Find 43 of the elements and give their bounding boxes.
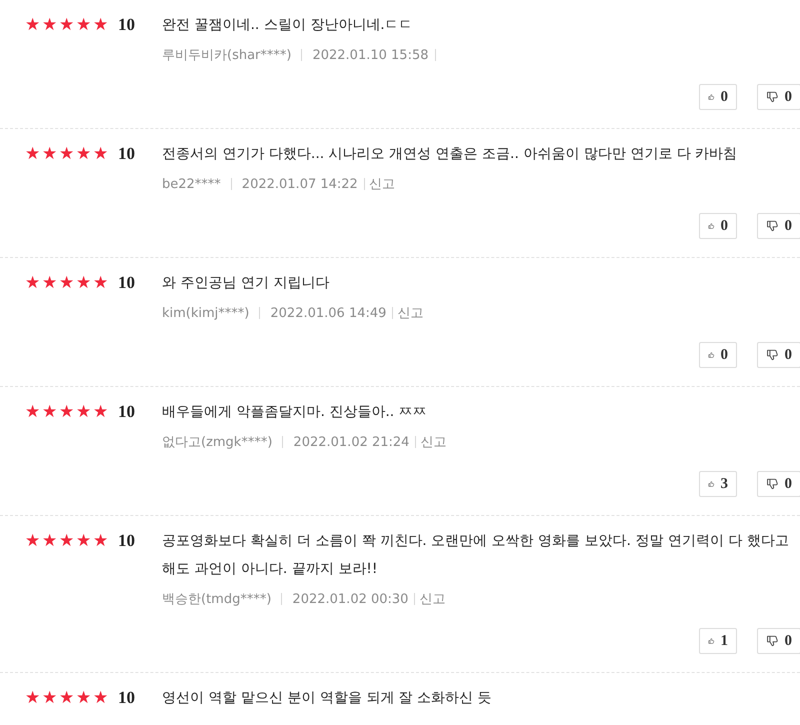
dislike-button[interactable]: 0 <box>757 84 800 110</box>
star-rating: ★★★★★ <box>25 688 110 708</box>
star-rating: ★★★★★ <box>25 402 110 422</box>
thumbs-down-icon <box>766 633 778 649</box>
thumbs-down-icon <box>766 476 778 492</box>
like-button[interactable]: 0 <box>699 84 737 110</box>
star-rating: ★★★★★ <box>25 273 110 293</box>
like-button[interactable]: 3 <box>699 471 737 497</box>
review-text: 배우들에게 악플좀달지마. 진상들아.. ㅉㅉ <box>162 403 428 422</box>
score: 10 <box>117 273 136 293</box>
like-button[interactable]: 0 <box>699 213 737 239</box>
dislike-button[interactable]: 0 <box>757 628 800 654</box>
review-text: 전종서의 연기가 다했다... 시나리오 개연성 연출은 조금.. 아쉬움이 많다만 연기로 다 카바침 <box>162 145 738 164</box>
like-button[interactable]: 0 <box>699 342 737 368</box>
review-text: 완전 꿀잼이네.. 스릴이 장난아니네.ㄷㄷ <box>162 16 414 35</box>
score: 10 <box>117 531 136 551</box>
review-text: 공포영화보다 확실히 더 소름이 쫙 끼친다. 오랜만에 오싹한 영화를 보았다. 정말 연기력이 다 했다고 해도 과언이 아니다. 끝까지 보라!! <box>162 532 790 579</box>
thumbs-down-icon <box>766 218 778 234</box>
review-date: 2022.01.07 14:22 <box>242 176 358 192</box>
author-name: 없다고(zmgk****) <box>162 434 272 451</box>
like-button[interactable]: 1 <box>699 628 737 654</box>
author-name: kim(kimj****) <box>162 306 250 320</box>
review-date: 2022.01.02 21:24 <box>293 434 410 450</box>
review-date: 2022.01.02 00:30 <box>292 592 408 606</box>
score: 10 <box>117 15 136 35</box>
review-text: 와 주인공님 연기 지립니다 <box>162 274 330 293</box>
thumbs-down-icon <box>766 347 778 363</box>
review-date: 2022.01.06 14:49 <box>270 306 386 320</box>
author-name: 백승한(tmdg****) <box>162 591 272 608</box>
score: 10 <box>117 402 136 422</box>
star-rating: ★★★★★ <box>25 531 110 551</box>
star-rating: ★★★★★ <box>25 144 110 164</box>
dislike-button[interactable]: 0 <box>757 342 800 368</box>
star-rating: ★★★★★ <box>25 15 110 35</box>
score: 10 <box>117 688 136 708</box>
thumbs-down-icon <box>766 89 778 105</box>
dislike-button[interactable]: 0 <box>757 471 800 497</box>
author-name: 루비두비카(shar****) <box>162 47 292 64</box>
review-text: 영선이 역할 맡으신 분이 역할을 되게 잘 소화하신 듯 <box>162 689 493 708</box>
dislike-button[interactable]: 0 <box>757 213 800 239</box>
author-name: be22**** <box>162 176 221 192</box>
review-date: 2022.01.10 15:58 <box>312 48 428 62</box>
score: 10 <box>117 144 136 164</box>
